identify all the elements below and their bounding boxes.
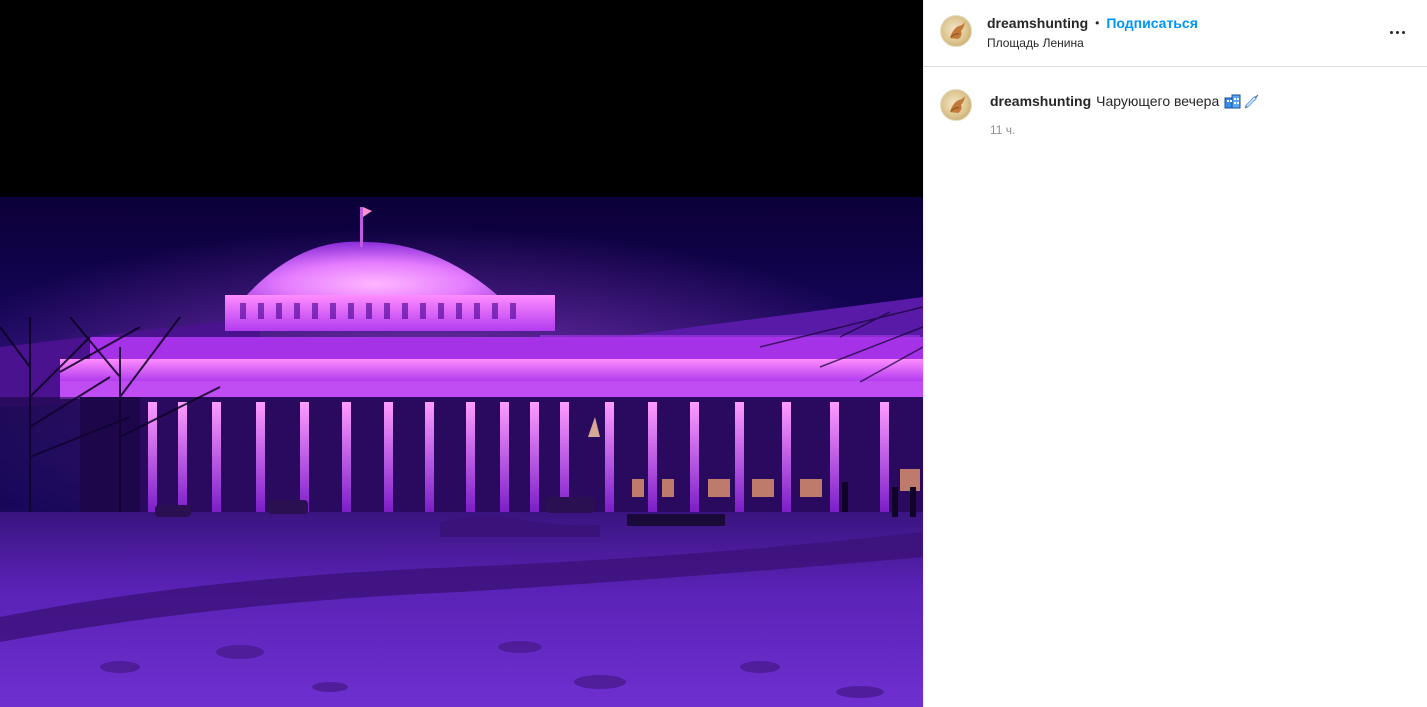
caption-username[interactable]: dreamshunting	[990, 92, 1091, 110]
separator-dot: •	[1095, 16, 1100, 30]
post-header: dreamshunting • Подписаться Площадь Лени…	[924, 0, 1427, 67]
caption-author-avatar[interactable]	[940, 89, 972, 121]
post-timestamp: 11 ч.	[990, 123, 1016, 137]
caption-text: Чарующего вечера	[1096, 93, 1220, 109]
fox-avatar-icon	[950, 96, 965, 113]
post-details-panel: dreamshunting • Подписаться Площадь Лени…	[923, 0, 1427, 707]
author-row: dreamshunting • Подписаться	[987, 16, 1198, 30]
post-media[interactable]	[0, 0, 923, 707]
location-link[interactable]: Площадь Ленина	[987, 36, 1198, 50]
building-emoji-icon	[1224, 93, 1242, 109]
follow-button[interactable]: Подписаться	[1106, 16, 1198, 30]
caption-line: dreamshunting Чарующего вечера	[990, 92, 1260, 110]
caption-comment: dreamshunting Чарующего вечера 11 ч.	[924, 67, 1427, 137]
author-info: dreamshunting • Подписаться Площадь Лени…	[987, 15, 1198, 50]
more-options-button[interactable]	[1387, 24, 1407, 40]
post-photo	[0, 197, 923, 707]
syringe-emoji-icon	[1244, 93, 1260, 109]
author-avatar[interactable]	[940, 15, 972, 47]
caption-body: dreamshunting Чарующего вечера 11 ч.	[990, 89, 1260, 137]
fox-avatar-icon	[950, 22, 965, 39]
author-username[interactable]: dreamshunting	[987, 16, 1088, 30]
post-viewer: dreamshunting • Подписаться Площадь Лени…	[0, 0, 1427, 707]
more-horizontal-icon	[1389, 30, 1393, 34]
